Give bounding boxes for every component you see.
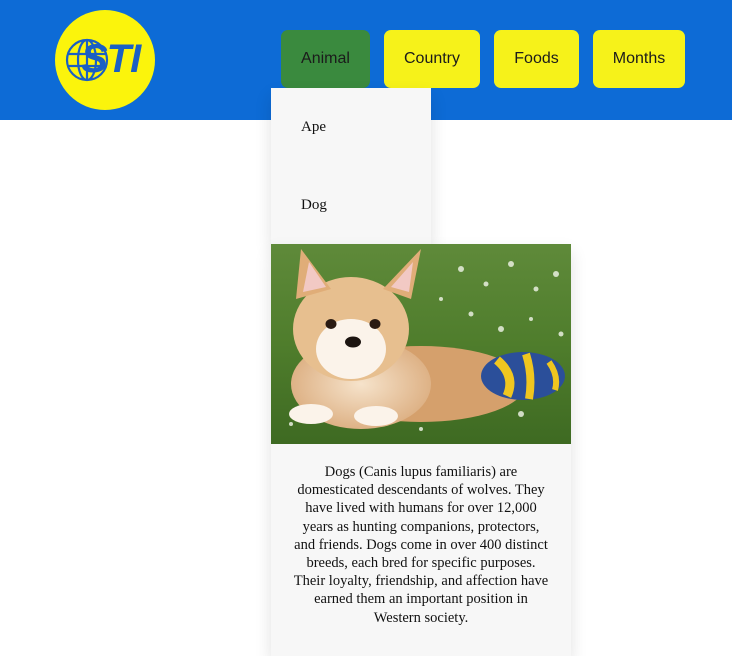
dropdown-item-dog[interactable]: Dog: [271, 166, 431, 244]
dog-info-card: Dogs (Canis lupus familiaris) are domest…: [271, 244, 571, 656]
nav-foods-label: Foods: [514, 50, 559, 67]
sti-logo[interactable]: STI: [55, 10, 155, 110]
dropdown-item-label: Ape: [301, 118, 326, 135]
dog-description: Dogs (Canis lupus familiaris) are domest…: [293, 464, 549, 626]
nav-animal-label: Animal: [301, 50, 350, 67]
dog-image: [271, 244, 571, 444]
animal-dropdown-menu: Ape Dog: [271, 88, 431, 244]
dropdown-item-ape[interactable]: Ape: [271, 88, 431, 166]
nav-months-button[interactable]: Months: [593, 30, 685, 88]
nav-foods-button[interactable]: Foods: [494, 30, 579, 88]
dropdown-item-label: Dog: [301, 196, 327, 213]
nav-country-label: Country: [403, 50, 461, 67]
logo-text: STI: [81, 37, 141, 81]
nav-country-button[interactable]: Country: [384, 30, 480, 88]
nav-animal-button[interactable]: Animal: [281, 30, 370, 88]
nav-months-label: Months: [612, 50, 666, 67]
